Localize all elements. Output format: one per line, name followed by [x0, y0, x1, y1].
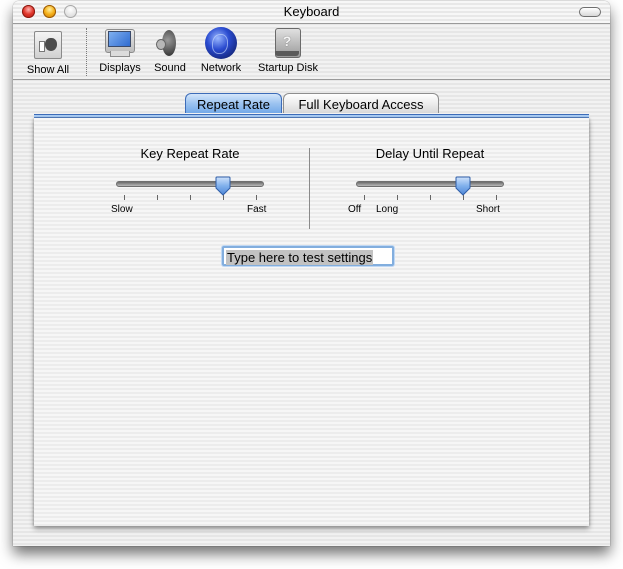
- startup-disk-button[interactable]: ? Startup Disk: [253, 27, 323, 74]
- slider-tick: [364, 195, 365, 200]
- keyboard-preferences-window: Keyboard Show All Displays Sound Network…: [13, 1, 610, 546]
- displays-button[interactable]: Displays: [97, 27, 143, 74]
- fast-label: Fast: [247, 204, 267, 215]
- show-all-button[interactable]: Show All: [21, 27, 75, 76]
- displays-icon: [104, 27, 136, 59]
- delay-until-repeat-title: Delay Until Repeat: [375, 146, 485, 161]
- tab-repeat-rate[interactable]: Repeat Rate: [185, 93, 282, 113]
- slider-track[interactable]: [116, 181, 264, 187]
- slider-tick: [256, 195, 257, 200]
- displays-label: Displays: [99, 62, 141, 74]
- slider-tick: [223, 195, 224, 200]
- slow-label: Slow: [111, 204, 133, 215]
- network-label: Network: [200, 62, 242, 74]
- toolbar-separator: [86, 28, 87, 76]
- toolbar: Show All Displays Sound Network ? Startu: [13, 24, 610, 80]
- slider-tick: [430, 195, 431, 200]
- test-settings-text[interactable]: Type here to test settings: [226, 250, 374, 265]
- network-icon: [205, 27, 237, 59]
- long-label: Long: [376, 204, 399, 215]
- slider-track[interactable]: [356, 181, 504, 187]
- off-label: Off: [348, 204, 362, 215]
- title-bar[interactable]: Keyboard: [13, 1, 610, 24]
- toolbar-toggle-button[interactable]: [579, 7, 601, 17]
- slider-tick: [190, 195, 191, 200]
- slider-thumb[interactable]: [455, 176, 471, 196]
- key-repeat-rate-title: Key Repeat Rate: [140, 146, 240, 161]
- slider-tick: [124, 195, 125, 200]
- slider-thumb[interactable]: [215, 176, 231, 196]
- slider-tick: [496, 195, 497, 200]
- network-button[interactable]: Network: [197, 27, 245, 74]
- delay-until-repeat-group: Delay Until Repeat Off Long Short: [330, 146, 530, 215]
- window-title: Keyboard: [283, 4, 340, 19]
- sound-label: Sound: [154, 62, 186, 74]
- slider-tick: [157, 195, 158, 200]
- startup-disk-label: Startup Disk: [258, 62, 318, 74]
- delay-until-repeat-slider[interactable]: [356, 176, 504, 196]
- key-repeat-rate-slider[interactable]: [116, 176, 264, 196]
- sound-button[interactable]: Sound: [150, 27, 190, 74]
- sound-icon: [154, 27, 186, 59]
- slider-tick: [463, 195, 464, 200]
- tab-full-keyboard-access[interactable]: Full Keyboard Access: [283, 93, 439, 113]
- slider-tick: [397, 195, 398, 200]
- startup-disk-icon: ?: [272, 27, 304, 59]
- vertical-divider: [309, 148, 310, 229]
- show-all-label: Show All: [26, 64, 70, 76]
- tab-panel: Key Repeat Rate Slow Fast Delay Until Re…: [34, 118, 589, 526]
- key-repeat-rate-group: Key Repeat Rate Slow Fast: [90, 146, 290, 215]
- test-settings-field[interactable]: Type here to test settings: [222, 246, 394, 266]
- short-label: Short: [476, 204, 500, 215]
- show-all-icon: [34, 31, 62, 59]
- key-repeat-rate-ticks: [116, 195, 264, 201]
- delay-until-repeat-ticks: [356, 195, 504, 201]
